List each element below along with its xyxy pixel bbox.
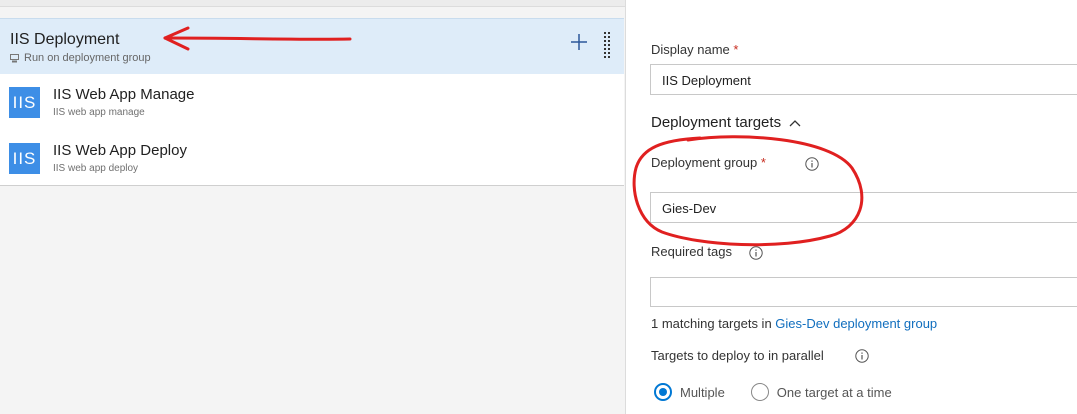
iis-task-icon: IIS	[9, 87, 40, 118]
task-item-iis-web-app-manage[interactable]: IIS IIS Web App Manage IIS web app manag…	[0, 74, 624, 129]
phase-subtitle-text: Run on deployment group	[24, 52, 151, 64]
phase-row-iis-deployment[interactable]: IIS Deployment Run on deployment group	[0, 18, 624, 75]
task-title: IIS Web App Manage	[53, 86, 195, 103]
iis-task-icon: IIS	[9, 143, 40, 174]
radio-one-at-a-time[interactable]	[750, 383, 769, 401]
radio-one-at-a-time-label[interactable]: One target at a time	[777, 385, 892, 400]
task-title: IIS Web App Deploy	[53, 142, 187, 159]
deployment-group-label-text: Deployment group	[651, 155, 758, 170]
deployment-group-label: Deployment group *	[651, 155, 766, 170]
left-top-bar	[0, 0, 625, 7]
display-name-label: Display name *	[651, 42, 738, 57]
radio-multiple[interactable]	[654, 383, 672, 401]
matching-targets-prefix: 1 matching targets in	[651, 316, 776, 331]
matching-targets-text: 1 matching targets in Gies-Dev deploymen…	[651, 316, 937, 331]
required-tags-input[interactable]	[650, 277, 1077, 307]
phase-subtitle: Run on deployment group	[10, 52, 151, 64]
task-list: IIS IIS Web App Manage IIS web app manag…	[0, 74, 624, 186]
deployment-targets-header[interactable]: Deployment targets	[651, 114, 801, 131]
left-pane: IIS Deployment Run on deployment group I…	[0, 0, 626, 414]
task-subtitle: IIS web app manage	[53, 107, 145, 118]
properties-pane: Display name * IIS Deployment Deployment…	[626, 0, 1077, 414]
task-subtitle: IIS web app deploy	[53, 163, 139, 174]
add-task-button[interactable]	[568, 31, 590, 53]
required-marker: *	[760, 155, 766, 170]
parallel-radio-group: Multiple One target at a time	[654, 383, 918, 401]
deployment-group-select[interactable]: Gies-Dev	[650, 192, 1077, 223]
display-name-label-text: Display name	[651, 42, 730, 57]
chevron-up-icon	[789, 119, 801, 126]
server-icon	[10, 53, 19, 62]
section-title-text: Deployment targets	[651, 114, 782, 131]
required-marker: *	[733, 42, 739, 57]
info-icon[interactable]	[855, 349, 869, 363]
deployment-group-link[interactable]: Gies-Dev deployment group	[775, 316, 937, 331]
parallel-label: Targets to deploy to in parallel	[651, 348, 824, 363]
required-tags-label: Required tags	[651, 244, 732, 259]
info-icon[interactable]	[749, 246, 763, 260]
drag-handle-icon[interactable]	[603, 31, 611, 61]
task-item-iis-web-app-deploy[interactable]: IIS IIS Web App Deploy IIS web app deplo…	[0, 130, 624, 185]
radio-multiple-label[interactable]: Multiple	[680, 385, 725, 400]
info-icon[interactable]	[805, 157, 819, 171]
display-name-input[interactable]: IIS Deployment	[650, 64, 1077, 95]
phase-title: IIS Deployment	[10, 31, 120, 48]
